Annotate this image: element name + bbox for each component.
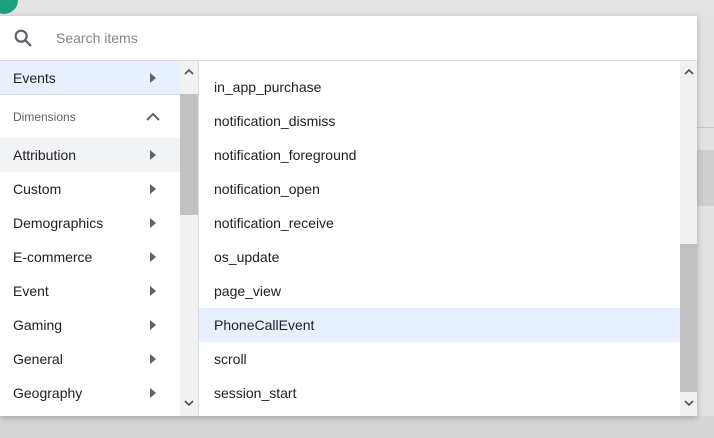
- menu-item-general[interactable]: General: [0, 342, 180, 376]
- list-item[interactable]: scroll: [199, 342, 680, 376]
- list-item[interactable]: notification_dismiss: [199, 104, 680, 138]
- chevron-right-icon: [150, 388, 156, 398]
- search-input[interactable]: [56, 26, 656, 50]
- menu-item-geography[interactable]: Geography: [0, 376, 180, 410]
- menu-item-label: Events: [13, 70, 56, 86]
- background-app-content: [697, 16, 714, 438]
- scroll-up-icon[interactable]: [680, 63, 697, 79]
- search-bar: [0, 16, 697, 61]
- event-list: in_app_purchase notification_dismiss not…: [199, 61, 680, 416]
- scrollbar-thumb[interactable]: [680, 244, 697, 392]
- item-picker-panel: Events Dimensions Attribution Custom Dem…: [0, 16, 697, 416]
- scroll-down-icon[interactable]: [180, 395, 198, 411]
- scroll-up-icon[interactable]: [180, 63, 198, 79]
- menu-item-attribution[interactable]: Attribution: [0, 138, 180, 172]
- scroll-down-icon[interactable]: [680, 395, 697, 411]
- chevron-right-icon: [150, 252, 156, 262]
- menu-item-label: Attribution: [13, 147, 77, 163]
- menu-divider: [0, 94, 180, 95]
- list-item[interactable]: notification_open: [199, 172, 680, 206]
- dimensions-section-header[interactable]: Dimensions: [0, 100, 180, 134]
- menu-item-gaming[interactable]: Gaming: [0, 308, 180, 342]
- event-list-scrollbar[interactable]: [680, 61, 697, 416]
- chevron-right-icon: [150, 73, 156, 83]
- background-app-footer: [0, 416, 714, 438]
- list-item[interactable]: page_view: [199, 274, 680, 308]
- chevron-right-icon: [150, 218, 156, 228]
- menu-item-label: Geography: [13, 385, 83, 401]
- menu-item-custom[interactable]: Custom: [0, 172, 180, 206]
- background-card: [697, 150, 714, 206]
- background-app-header: [0, 0, 714, 16]
- section-label: Dimensions: [13, 110, 76, 124]
- list-item-selected[interactable]: PhoneCallEvent: [199, 308, 680, 342]
- search-icon: [14, 29, 32, 47]
- list-item[interactable]: session_start: [199, 376, 680, 410]
- menu-item-label: Event: [13, 283, 49, 299]
- menu-item-label: Custom: [13, 181, 62, 197]
- category-menu: Events Dimensions Attribution Custom Dem…: [0, 61, 180, 416]
- list-item[interactable]: notification_foreground: [199, 138, 680, 172]
- category-menu-scrollbar[interactable]: [180, 61, 199, 416]
- menu-item-label: E-commerce: [13, 249, 93, 265]
- list-item[interactable]: os_update: [199, 240, 680, 274]
- menu-item-ecommerce[interactable]: E-commerce: [0, 240, 180, 274]
- background-divider: [697, 127, 714, 128]
- list-item[interactable]: notification_receive: [199, 206, 680, 240]
- menu-item-events[interactable]: Events: [0, 61, 180, 95]
- menu-item-label: Gaming: [13, 317, 63, 333]
- chevron-right-icon: [150, 354, 156, 364]
- menu-item-label: Demographics: [13, 215, 104, 231]
- menu-item-event[interactable]: Event: [0, 274, 180, 308]
- menu-item-demographics[interactable]: Demographics: [0, 206, 180, 240]
- menu-item-label: General: [13, 351, 63, 367]
- chevron-right-icon: [150, 150, 156, 160]
- chevron-right-icon: [150, 286, 156, 296]
- list-item[interactable]: in_app_purchase: [199, 70, 680, 104]
- scrollbar-thumb[interactable]: [180, 94, 198, 215]
- chevron-up-icon: [146, 112, 160, 121]
- chevron-right-icon: [150, 184, 156, 194]
- chevron-right-icon: [150, 320, 156, 330]
